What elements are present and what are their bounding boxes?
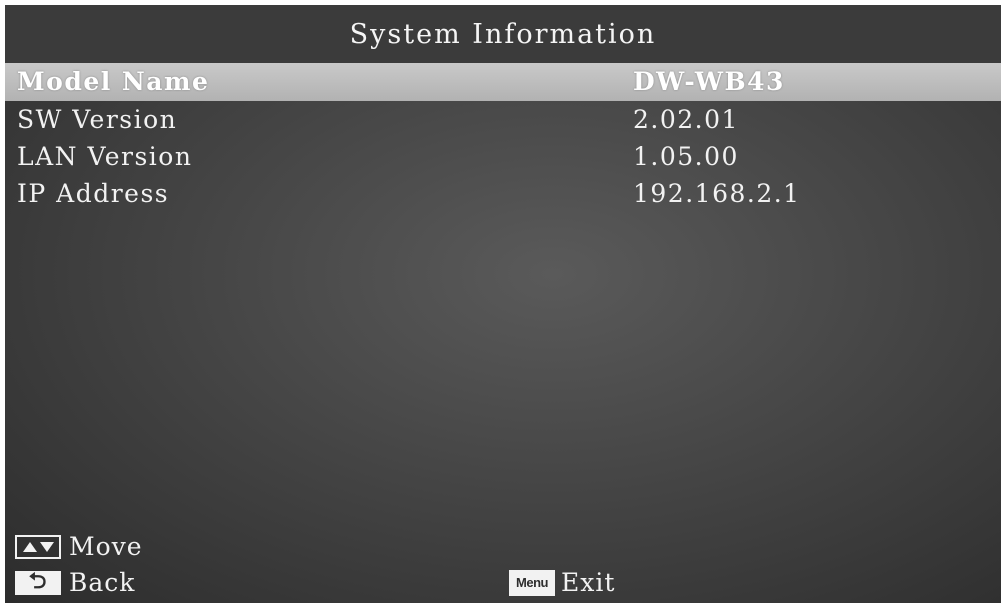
info-label: SW Version xyxy=(17,105,178,134)
info-row-ip-address[interactable]: IP Address 192.168.2.1 xyxy=(5,175,1001,212)
arrow-down-icon xyxy=(39,541,54,552)
back-label: Back xyxy=(69,568,136,597)
move-hint[interactable]: Move xyxy=(15,532,143,561)
info-value: DW-WB43 xyxy=(633,67,785,96)
info-value: 192.168.2.1 xyxy=(633,179,801,208)
exit-label: Exit xyxy=(561,568,616,597)
exit-hint[interactable]: Menu Exit xyxy=(509,568,615,597)
info-row-lan-version[interactable]: LAN Version 1.05.00 xyxy=(5,138,1001,175)
info-row-sw-version[interactable]: SW Version 2.02.01 xyxy=(5,101,1001,138)
info-row-model-name[interactable]: Model Name DW-WB43 xyxy=(5,63,1001,101)
osd-screen: System Information Model Name DW-WB43 SW… xyxy=(5,5,1001,603)
arrow-up-icon xyxy=(22,541,37,552)
info-value: 2.02.01 xyxy=(633,105,739,134)
info-label: LAN Version xyxy=(17,142,193,171)
info-list: Model Name DW-WB43 SW Version 2.02.01 LA… xyxy=(5,63,1001,212)
return-icon: ⮌ xyxy=(15,569,61,595)
move-label: Move xyxy=(69,532,143,561)
menu-key-icon: Menu xyxy=(509,569,555,596)
page-title: System Information xyxy=(349,18,657,50)
up-down-arrows-icon xyxy=(15,534,61,559)
info-label: Model Name xyxy=(17,67,210,96)
info-value: 1.05.00 xyxy=(633,142,739,171)
info-label: IP Address xyxy=(17,179,170,208)
back-hint[interactable]: ⮌ Back xyxy=(15,568,135,597)
title-bar: System Information xyxy=(5,5,1001,63)
